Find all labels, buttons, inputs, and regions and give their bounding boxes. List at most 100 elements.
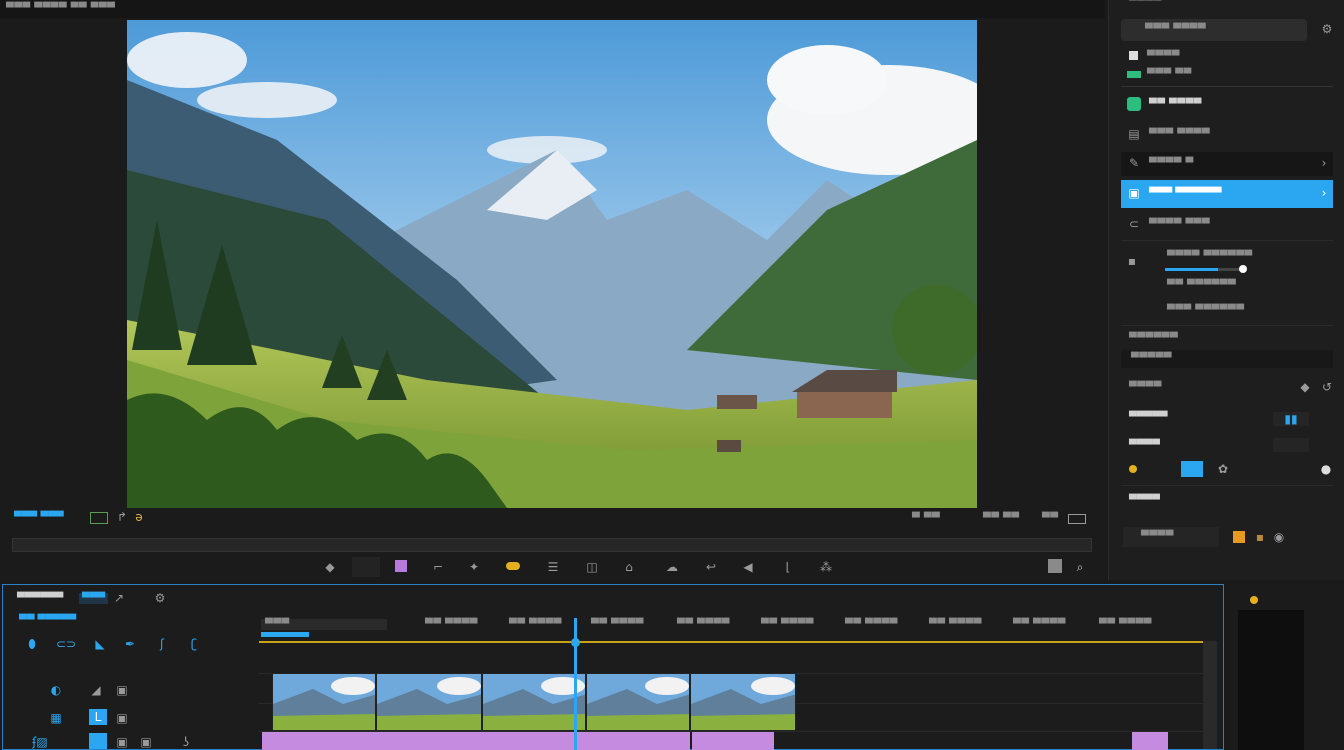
mask-icon[interactable]: ⁂ <box>818 559 834 575</box>
scan-icon[interactable]: ⌂ <box>621 559 637 575</box>
section1-title: ▀▀▀▀▀▀ <box>1129 333 1179 344</box>
track-lock-icon[interactable]: ▣ <box>115 683 129 697</box>
corner-icon[interactable]: ⌊ <box>780 559 796 575</box>
menu-item-1[interactable]: ▤ ▀▀▀ ▀▀▀▀ <box>1121 124 1333 146</box>
track-lock-icon[interactable]: ▣ <box>139 735 153 749</box>
audio-meter <box>1238 610 1304 750</box>
menu-item-3[interactable]: ▣ ▀▀▀ ▀▀▀▀▀▀ › <box>1121 180 1333 208</box>
ruler-label-5: ▀▀ ▀▀▀▀ <box>761 619 814 630</box>
scrubber-track[interactable] <box>12 538 1092 552</box>
pin-icon[interactable]: ↗ <box>113 591 125 605</box>
monitor-icon[interactable] <box>90 512 108 524</box>
effect-clip[interactable] <box>262 732 690 750</box>
settings-icon[interactable]: ⚙ <box>1319 21 1335 37</box>
track-fx-icon[interactable]: ʄ▨ <box>25 735 55 749</box>
split-icon[interactable]: ◫ <box>584 559 600 575</box>
stepper-icon[interactable] <box>1273 438 1309 452</box>
color-icon[interactable] <box>506 562 520 570</box>
search-icon[interactable]: ⌕ <box>1072 559 1088 575</box>
menu-item-2[interactable]: ✎ ▀▀▀▀ ▀ › <box>1121 152 1333 176</box>
color-swatch-icon[interactable] <box>395 560 407 572</box>
video-clip[interactable] <box>586 673 690 731</box>
panel-search[interactable]: ▀▀▀ ▀▀▀▀ <box>1121 19 1307 41</box>
menu-item-4[interactable]: ⊂ ▀▀▀▀ ▀▀▀ <box>1121 214 1333 236</box>
ruler-label-3: ▀▀ ▀▀▀▀ <box>591 619 644 630</box>
track-video-icon[interactable]: ▦ <box>49 711 63 725</box>
ruler-label-1: ▀▀ ▀▀▀▀ <box>425 619 478 630</box>
gear-icon[interactable]: ⚙ <box>153 591 167 605</box>
timeline-scrollbar[interactable] <box>1203 641 1217 749</box>
swatch-icon[interactable]: ▪ <box>1255 530 1265 544</box>
time-ruler[interactable]: ▀▀▀ ▀▀ ▀▀▀▀ ▀▀ ▀▀▀▀ ▀▀ ▀▀▀▀ ▀▀ ▀▀▀▀ ▀▀ ▀… <box>259 617 1203 643</box>
cloud-icon[interactable]: ☁ <box>664 559 680 575</box>
track-lock-icon[interactable]: ▣ <box>115 735 129 749</box>
speaker-icon[interactable]: ◀ <box>740 559 756 575</box>
playhead-handle[interactable] <box>571 638 580 647</box>
video-clip[interactable] <box>272 673 376 731</box>
track-audio-icon[interactable]: ◢ <box>89 683 103 697</box>
circle-tool-icon[interactable]: ⬮ <box>23 635 41 653</box>
ruler-label-8: ▀▀ ▀▀▀▀ <box>1013 619 1066 630</box>
app-title: ▀▀▀ ▀▀▀▀ ▀▀ ▀▀▀ <box>6 3 116 14</box>
hook-tool-icon[interactable]: ʃ <box>153 635 171 653</box>
magnet-tool-icon[interactable]: ʗ <box>185 635 203 653</box>
crop-icon[interactable]: ⌐ <box>430 559 446 575</box>
doc-icon: ▤ <box>1128 127 1140 141</box>
slider-fill <box>1165 268 1219 271</box>
fit-icon[interactable] <box>1048 559 1062 573</box>
video-clip[interactable] <box>690 673 796 731</box>
sub-item-0: ▀▀▀▀ ▀▀▀▀▀▀ <box>1167 251 1253 262</box>
battery-icon[interactable] <box>1068 514 1086 524</box>
menu-item-0[interactable]: ▀▀ ▀▀▀▀ <box>1121 94 1333 116</box>
section2-title: ▀▀▀▀ <box>1129 382 1162 393</box>
link-tool-icon[interactable]: ⊂⊃ <box>56 635 76 653</box>
chevron-right-icon: › <box>1321 156 1327 170</box>
video-clip[interactable] <box>376 673 482 731</box>
link-icon: ⊂ <box>1128 217 1140 231</box>
wand-icon[interactable]: ✦ <box>466 559 482 575</box>
refresh-icon[interactable]: ↺ <box>1321 380 1333 394</box>
effect-clip[interactable] <box>692 732 774 750</box>
effect-clip[interactable] <box>1132 732 1168 750</box>
arrow-icon[interactable]: ↩ <box>703 559 719 575</box>
in-out-range[interactable] <box>261 632 309 637</box>
ruler-label-2: ▀▀ ▀▀▀▀ <box>509 619 562 630</box>
orange-swatch-icon[interactable] <box>1233 531 1245 543</box>
opacity-slider[interactable] <box>1165 265 1247 273</box>
bottom-select[interactable]: ▀▀▀▀ <box>1123 527 1219 547</box>
marker-icon[interactable]: ↱ <box>116 509 128 525</box>
search-placeholder: ▀▀▀ ▀▀▀▀ <box>1145 24 1207 35</box>
apple-icon[interactable]: ● <box>1319 461 1333 477</box>
cut-tool-icon[interactable]: ◣ <box>91 635 109 653</box>
track-toggle-icon[interactable]: L <box>89 709 107 725</box>
bottom-select-label: ▀▀▀▀ <box>1141 531 1174 542</box>
ruler-label-9: ▀▀ ▀▀▀▀ <box>1099 619 1152 630</box>
pen-tool-icon[interactable]: ✒ <box>121 635 139 653</box>
blue-square-icon[interactable] <box>1181 461 1203 477</box>
diamond-icon[interactable]: ◆ <box>1299 380 1311 394</box>
paint-icon[interactable]: ✿ <box>1215 461 1231 477</box>
flag-icon[interactable]: ǝ <box>133 509 145 525</box>
video-clip[interactable] <box>482 673 586 731</box>
track-curve-icon[interactable]: ʖ <box>179 735 193 749</box>
box-icon[interactable] <box>352 557 380 577</box>
viewer-label-3: ▀▀ <box>1042 513 1059 524</box>
title-bar: ▀▀▀ ▀▀▀▀ ▀▀ ▀▀▀ <box>0 0 1105 18</box>
section3-title: ▀▀▀▀▀ <box>1129 412 1168 423</box>
toggle-icon[interactable]: ▮▮ <box>1273 412 1309 426</box>
preview-canvas[interactable] <box>127 20 977 508</box>
track-lock-icon[interactable]: ▣ <box>115 711 129 725</box>
viewer-panel: ▀▀▀ ▀▀▀ ↱ ǝ ▀ ▀▀ ▀▀ ▀▀ ▀▀ ◆ ⌐ ✦ ☰ ◫ ⌂ ☁ … <box>0 18 1105 580</box>
track-eye-icon[interactable]: ◐ <box>49 683 63 697</box>
section1-sub: ▀▀▀▀▀ <box>1131 353 1172 364</box>
diamond-icon[interactable]: ◆ <box>322 559 338 575</box>
eye-icon[interactable]: ◉ <box>1273 530 1285 544</box>
checkbox-icon[interactable] <box>1129 51 1138 60</box>
list-icon[interactable]: ☰ <box>545 559 561 575</box>
clip-thumbnail <box>587 674 689 730</box>
timeline-tab[interactable]: ▀▀▀ <box>79 593 109 604</box>
section1-row[interactable]: ▀▀▀▀▀ <box>1121 350 1333 368</box>
slider-handle[interactable] <box>1239 265 1247 273</box>
expand-icon[interactable]: ▪ <box>1127 254 1137 268</box>
track-toggle-icon[interactable] <box>89 733 107 749</box>
